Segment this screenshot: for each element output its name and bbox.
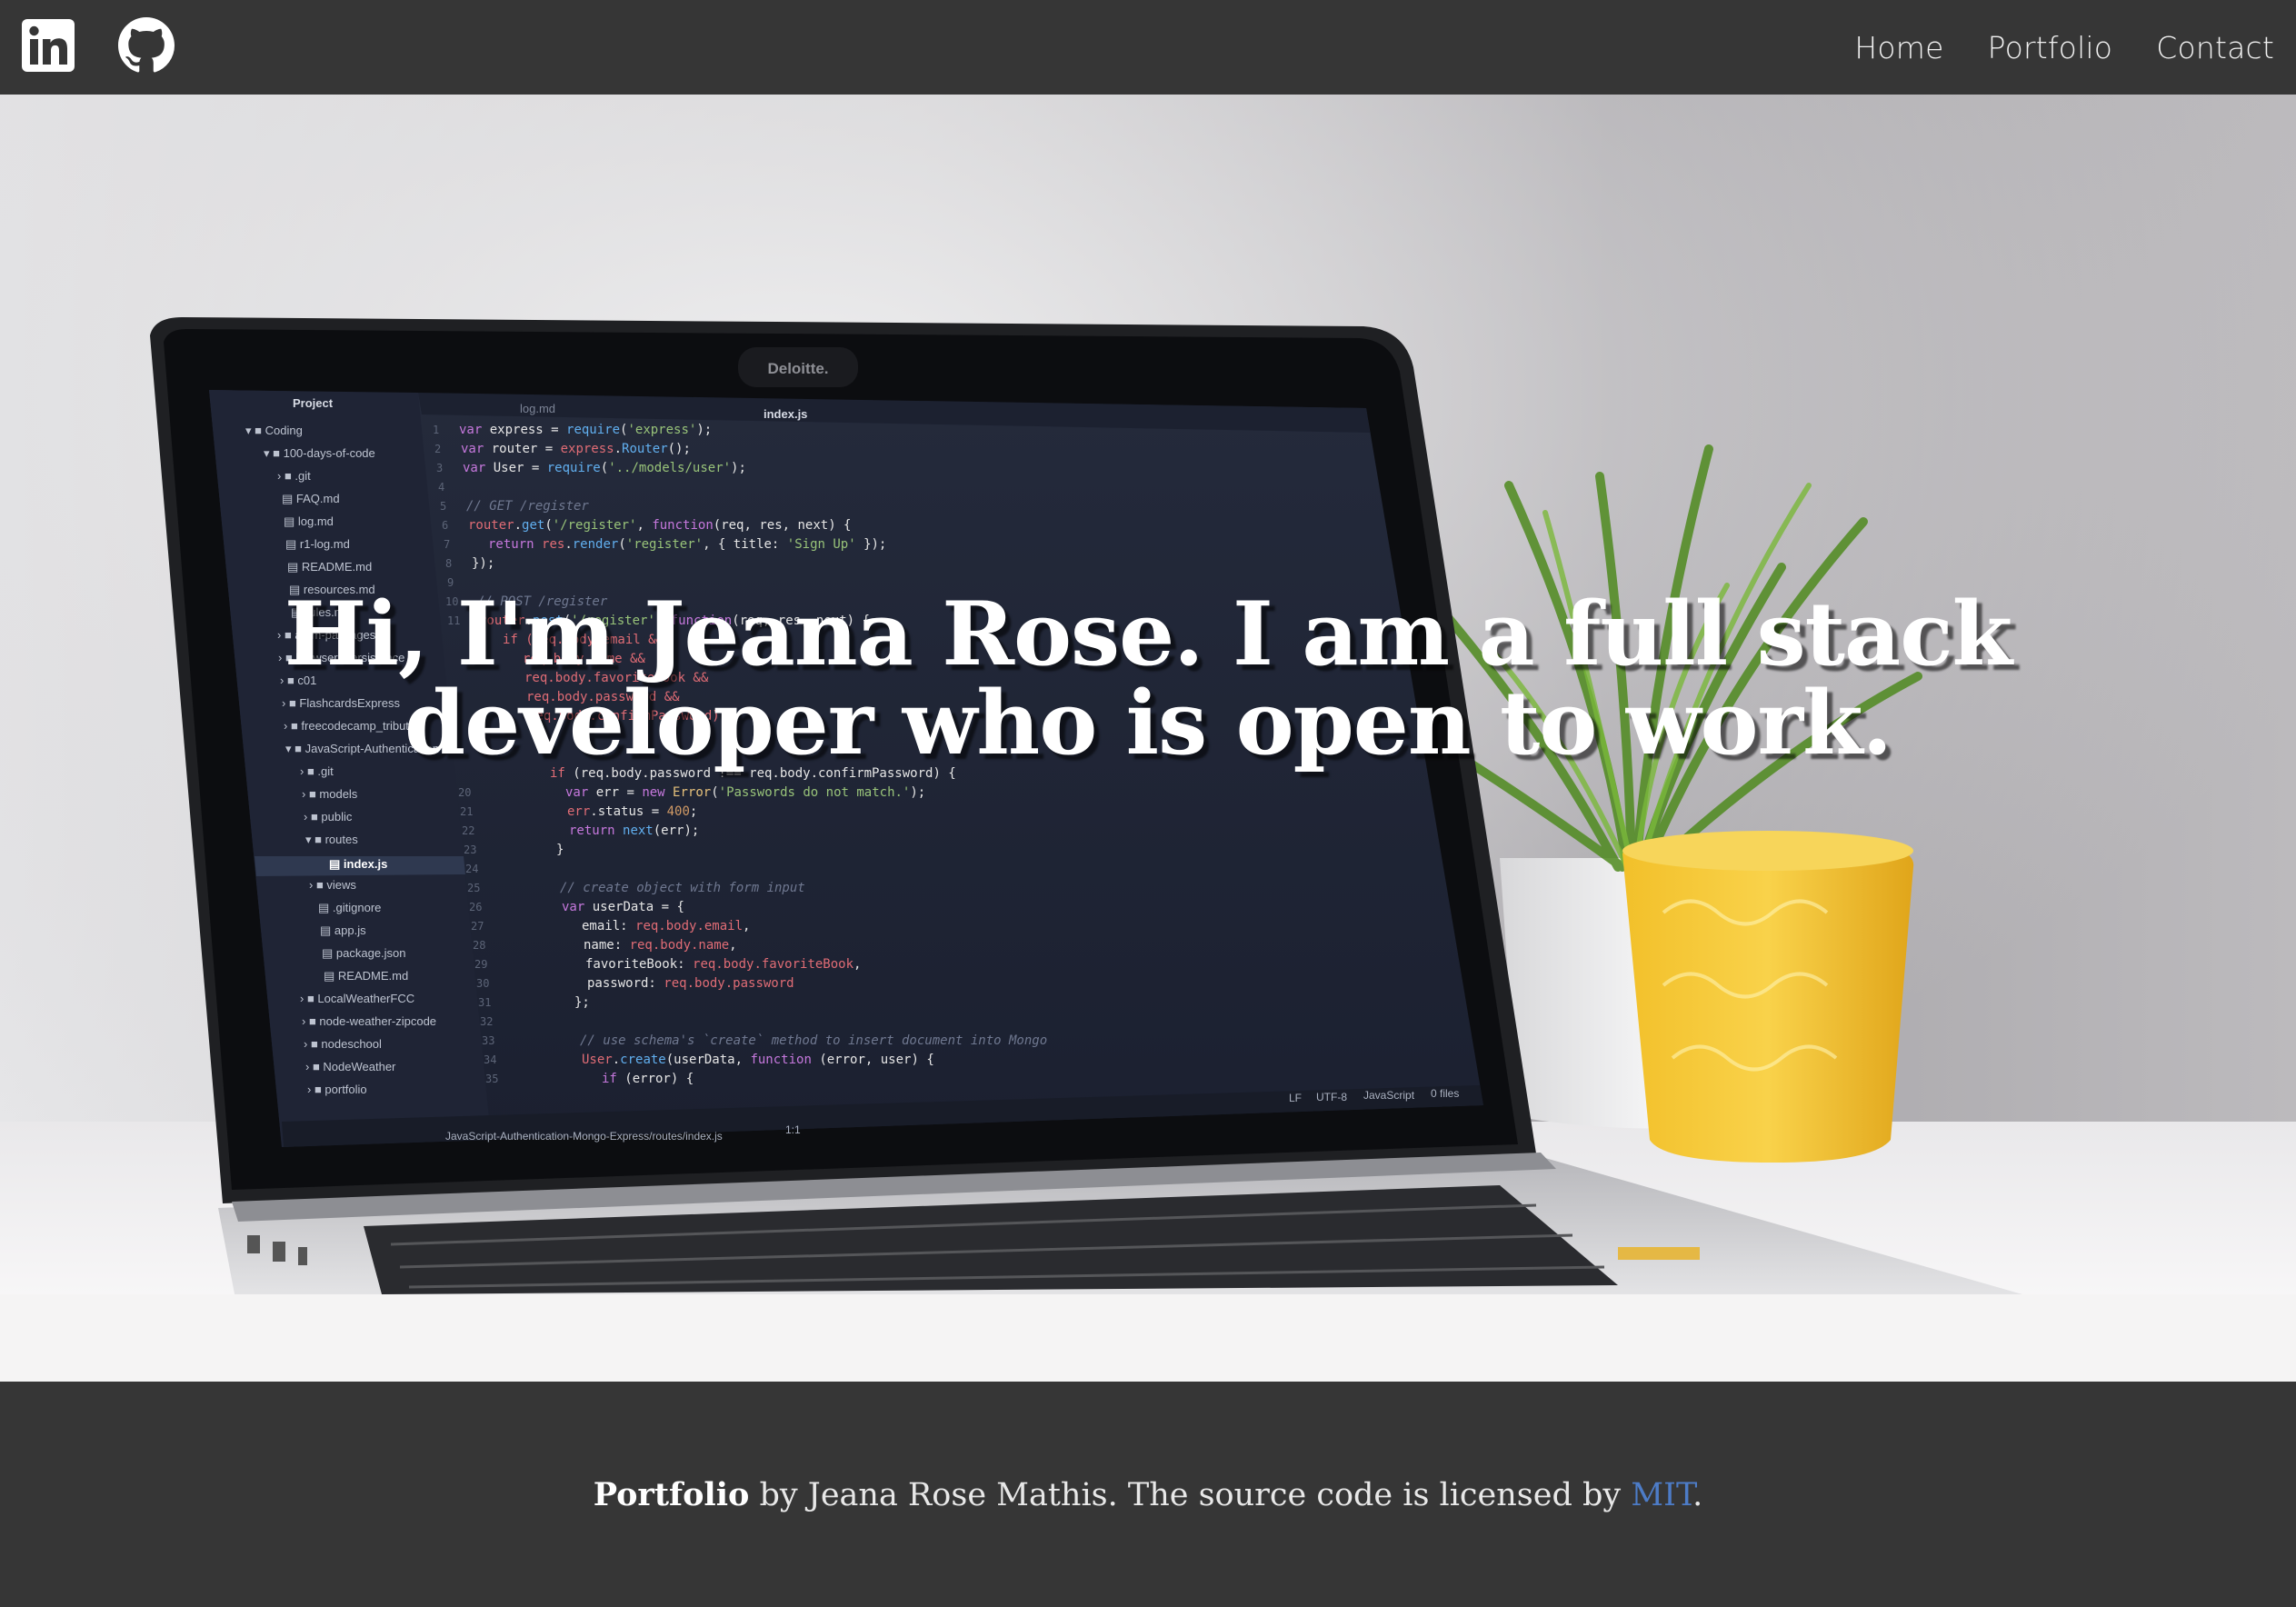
svg-text:name: req.body.name,: name: req.body.name,	[584, 938, 737, 953]
svg-text:▤ app.js: ▤ app.js	[320, 923, 366, 937]
svg-text:▤ log.md: ▤ log.md	[284, 514, 334, 528]
github-link[interactable]	[118, 16, 175, 78]
svg-text:5: 5	[440, 500, 446, 513]
svg-text:20: 20	[458, 786, 471, 799]
svg-text:LF: LF	[1289, 1092, 1302, 1104]
svg-text:3: 3	[436, 462, 443, 474]
svg-text:var User = require('../models/: var User = require('../models/user');	[463, 461, 746, 475]
svg-text:password: req.body.password: password: req.body.password	[587, 976, 794, 991]
svg-text:}: }	[556, 843, 564, 857]
svg-text:▤ r1-log.md: ▤ r1-log.md	[285, 537, 350, 551]
nav-portfolio[interactable]: Portfolio	[1988, 30, 2113, 65]
svg-text:33: 33	[482, 1034, 494, 1047]
svg-text:2: 2	[434, 443, 441, 455]
svg-text:24: 24	[465, 863, 478, 875]
svg-text:22: 22	[462, 824, 474, 837]
svg-text:};: };	[574, 995, 590, 1010]
svg-text:› ■ nodeschool: › ■ nodeschool	[304, 1037, 382, 1051]
svg-text:JavaScript-Authentication-Mong: JavaScript-Authentication-Mongo-Express/…	[445, 1130, 723, 1143]
svg-text:// use schema's `create` metho: // use schema's `create` method to inser…	[580, 1033, 1047, 1048]
svg-text:User.create(userData, function: User.create(userData, function (error, u…	[582, 1053, 934, 1067]
svg-text:7: 7	[444, 538, 450, 551]
linkedin-icon	[22, 18, 75, 72]
nav-links: Home Portfolio Contact	[1854, 30, 2274, 65]
hero-section: Deloitte. Project ▾ ■ Coding ▾ ■ 100-day…	[0, 95, 2296, 1294]
svg-text:router.get('/register', functi: router.get('/register', function(req, re…	[468, 518, 851, 533]
svg-text:▤ index.js: ▤ index.js	[329, 857, 387, 871]
svg-text:21: 21	[460, 805, 473, 818]
navbar: Home Portfolio Contact	[0, 0, 2296, 95]
hero-title-line-1: Hi, I'm Jeana Rose. I am a full stack	[284, 583, 2012, 685]
svg-text:▤ README.md: ▤ README.md	[324, 969, 408, 983]
svg-text:1:1: 1:1	[785, 1123, 801, 1136]
nav-contact[interactable]: Contact	[2156, 30, 2274, 65]
svg-text:var express = require('express: var express = require('express');	[459, 423, 712, 437]
footer-text-end: .	[1692, 1476, 1703, 1513]
svg-text:› ■ NodeWeather: › ■ NodeWeather	[305, 1060, 396, 1073]
svg-text:index.js: index.js	[764, 407, 807, 421]
svg-text:▾ ■ routes: ▾ ■ routes	[305, 833, 358, 846]
svg-text:UTF-8: UTF-8	[1316, 1091, 1347, 1103]
svg-text:31: 31	[478, 996, 491, 1009]
hero-title-line-2: developer who is open to work.	[404, 672, 1892, 774]
svg-text:35: 35	[485, 1073, 498, 1085]
svg-text:34: 34	[484, 1053, 496, 1066]
hero-title: Hi, I'm Jeana Rose. I am a full stack de…	[0, 590, 2296, 768]
svg-text:Deloitte.: Deloitte.	[767, 360, 828, 377]
svg-text:// GET /register: // GET /register	[466, 499, 589, 514]
svg-text:});: });	[472, 556, 494, 571]
svg-text:err.status = 400;: err.status = 400;	[567, 804, 697, 819]
svg-text:0 files: 0 files	[1431, 1087, 1459, 1100]
svg-text:var router = express.Router();: var router = express.Router();	[461, 442, 691, 456]
svg-text:log.md: log.md	[520, 402, 555, 415]
svg-text:28: 28	[473, 939, 485, 952]
svg-text:▤ .gitignore: ▤ .gitignore	[318, 901, 381, 914]
svg-text:29: 29	[474, 958, 487, 971]
svg-text:return next(err);: return next(err);	[569, 823, 699, 838]
svg-text:› ■ LocalWeatherFCC: › ■ LocalWeatherFCC	[300, 992, 414, 1005]
footer-text: Portfolio by Jeana Rose Mathis. The sour…	[594, 1476, 1703, 1513]
svg-text:30: 30	[476, 977, 489, 990]
github-icon	[118, 16, 175, 72]
footer: Portfolio by Jeana Rose Mathis. The sour…	[0, 1382, 2296, 1607]
linkedin-link[interactable]	[22, 18, 75, 76]
svg-text:Project: Project	[293, 396, 334, 410]
svg-text:8: 8	[445, 557, 452, 570]
social-links	[22, 16, 175, 78]
svg-text:var userData = {: var userData = {	[562, 900, 684, 914]
svg-text:if (error) {: if (error) {	[602, 1072, 694, 1086]
svg-text:25: 25	[467, 882, 480, 894]
svg-text:JavaScript: JavaScript	[1363, 1089, 1415, 1102]
svg-text:6: 6	[442, 519, 448, 532]
svg-text:› ■ models: › ■ models	[302, 787, 358, 801]
svg-text:› ■ public: › ■ public	[304, 810, 353, 823]
svg-text:› ■ views: › ■ views	[309, 878, 356, 892]
footer-text-mid: by Jeana Rose Mathis. The source code is…	[749, 1476, 1632, 1513]
svg-text:▤ README.md: ▤ README.md	[287, 560, 372, 574]
svg-text:var err = new Error('Passwords: var err = new Error('Passwords do not ma…	[565, 785, 925, 800]
svg-text:23: 23	[464, 843, 476, 856]
svg-text:email: req.body.email,: email: req.body.email,	[582, 919, 750, 933]
svg-text:› ■ .git: › ■ .git	[277, 469, 311, 483]
svg-text:return res.render('register',: return res.render('register', { title: '…	[488, 537, 886, 552]
svg-text:1: 1	[433, 424, 439, 436]
svg-text:// create object with form inp: // create object with form input	[560, 881, 805, 895]
svg-text:▤ package.json: ▤ package.json	[322, 946, 406, 960]
footer-brand: Portfolio	[593, 1475, 750, 1513]
svg-text:32: 32	[480, 1015, 493, 1028]
svg-text:▾ ■ 100-days-of-code: ▾ ■ 100-days-of-code	[264, 446, 375, 460]
license-link[interactable]: MIT	[1631, 1477, 1692, 1513]
svg-text:27: 27	[471, 920, 484, 933]
svg-text:4: 4	[438, 481, 444, 494]
svg-text:› ■ portfolio: › ■ portfolio	[307, 1083, 367, 1096]
svg-text:26: 26	[469, 901, 482, 913]
nav-home[interactable]: Home	[1854, 30, 1943, 65]
svg-text:▾ ■ Coding: ▾ ■ Coding	[245, 424, 303, 437]
svg-text:▤ FAQ.md: ▤ FAQ.md	[282, 492, 340, 505]
svg-text:› ■ node-weather-zipcode: › ■ node-weather-zipcode	[302, 1014, 436, 1028]
svg-text:favoriteBook: req.body.favorit: favoriteBook: req.body.favoriteBook,	[585, 957, 861, 972]
